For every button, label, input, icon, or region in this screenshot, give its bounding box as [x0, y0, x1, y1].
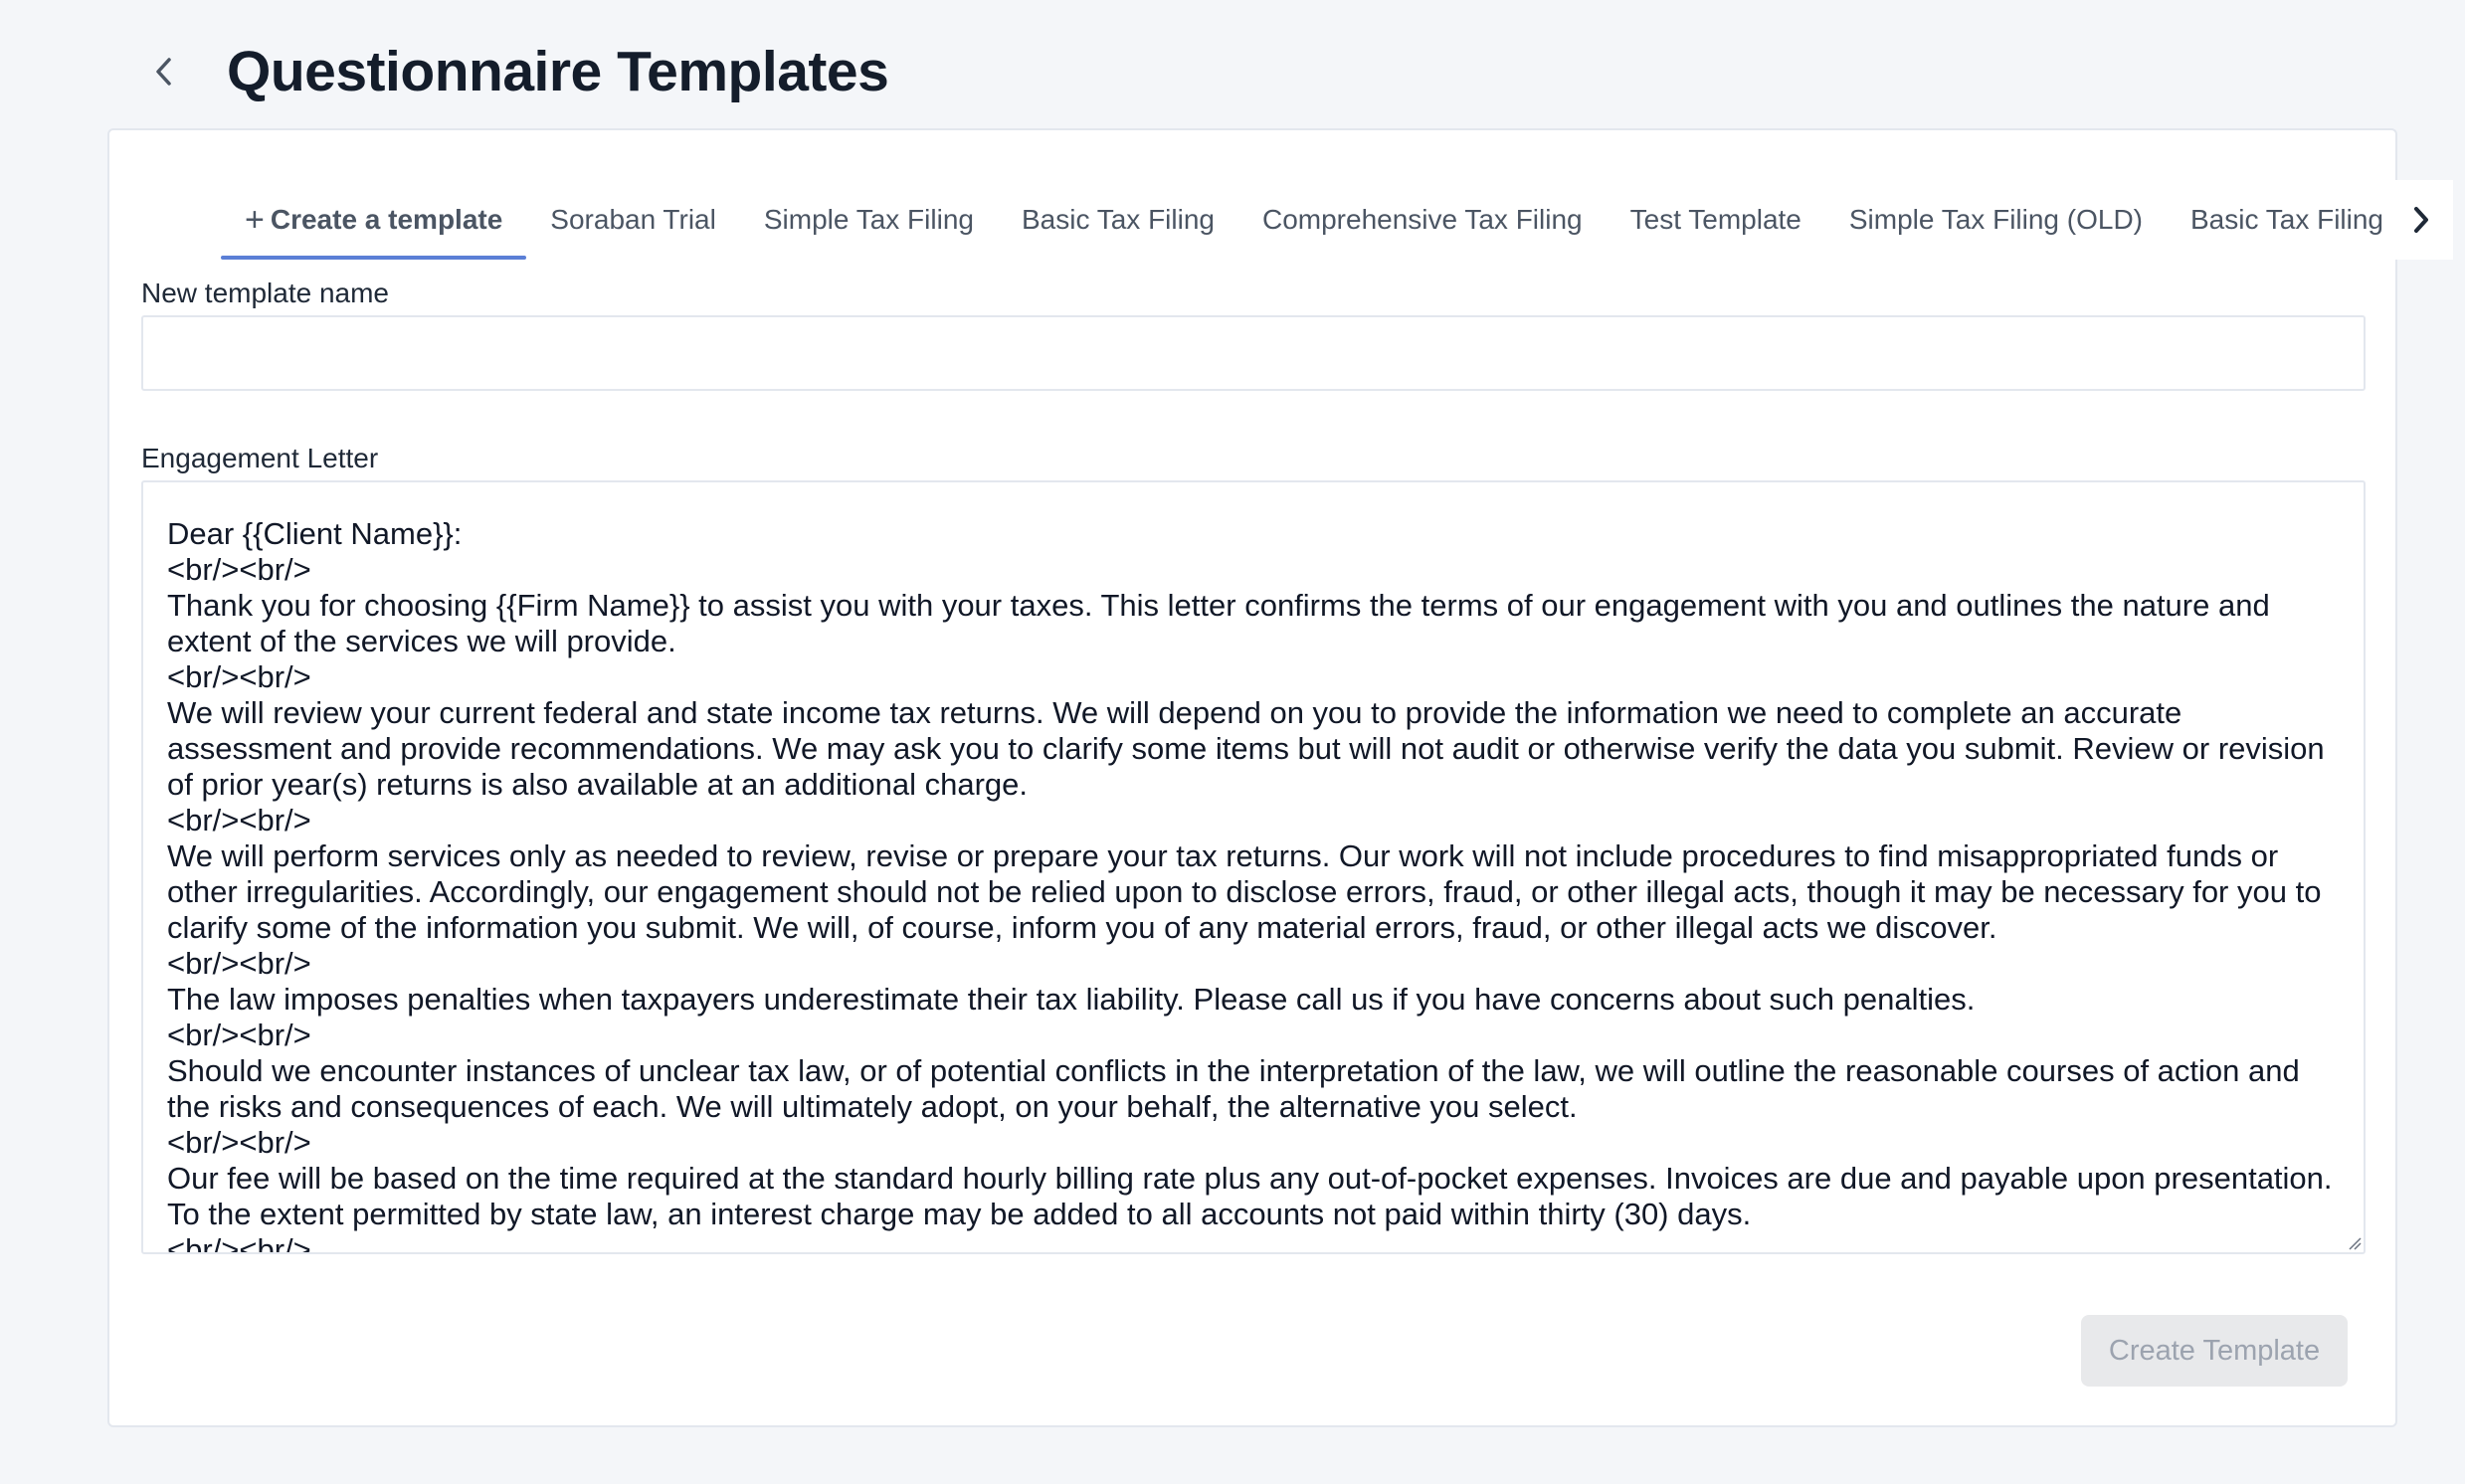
- tab-label: Simple Tax Filing: [763, 204, 974, 235]
- plus-icon: +: [245, 200, 265, 239]
- letter-line: <br/><br/>: [167, 803, 311, 837]
- tab-simple-tax-filing[interactable]: Simple Tax Filing: [740, 180, 998, 260]
- tab-label: Simple Tax Filing (OLD): [1848, 204, 2143, 235]
- letter-line: Dear {{Client Name}}:: [167, 516, 463, 551]
- tab-basic-tax-filing[interactable]: Basic Tax Filing: [998, 180, 1238, 260]
- tab-label: Test Template: [1629, 204, 1801, 235]
- tab-basic-tax-filing-2[interactable]: Basic Tax Filing: [2167, 180, 2407, 260]
- tab-label: Create a template: [270, 204, 503, 235]
- letter-line: <br/><br/>: [167, 1125, 311, 1160]
- letter-line: <br/><br/>: [167, 1232, 311, 1254]
- letter-line: Thank you for choosing {{Firm Name}} to …: [167, 588, 2270, 658]
- letter-line: <br/><br/>: [167, 946, 311, 981]
- tab-label: Soraban Trial: [550, 204, 716, 235]
- letter-line: <br/><br/>: [167, 1018, 311, 1052]
- page-title: Questionnaire Templates: [227, 40, 889, 103]
- letter-line: The law imposes penalties when taxpayers…: [167, 982, 1976, 1017]
- tabs-scroll-right-button[interactable]: [2389, 180, 2453, 260]
- back-button[interactable]: [139, 48, 187, 95]
- tab-test-template[interactable]: Test Template: [1607, 180, 1825, 260]
- engagement-letter-textarea[interactable]: Dear {{Client Name}}: <br/><br/> Thank y…: [141, 480, 2366, 1254]
- template-name-label: New template name: [141, 278, 390, 308]
- resize-handle-icon[interactable]: [2346, 1234, 2362, 1250]
- letter-line: Should we encounter instances of unclear…: [167, 1053, 2300, 1124]
- chevron-right-icon: [2414, 207, 2428, 233]
- letter-line: We will review your current federal and …: [167, 695, 2325, 802]
- template-tabs: + Create a template Soraban Trial Simple…: [221, 180, 2453, 260]
- tab-label: Comprehensive Tax Filing: [1261, 204, 1583, 235]
- tab-comprehensive-tax-filing[interactable]: Comprehensive Tax Filing: [1238, 180, 1607, 260]
- letter-line: Our fee will be based on the time requir…: [167, 1161, 2333, 1231]
- letter-line: <br/><br/>: [167, 552, 311, 587]
- create-template-button[interactable]: Create Template: [2081, 1315, 2348, 1387]
- template-name-input[interactable]: [141, 315, 2366, 391]
- tab-label: Basic Tax Filing: [2190, 204, 2384, 235]
- tab-label: Basic Tax Filing: [1021, 204, 1215, 235]
- letter-line: We will perform services only as needed …: [167, 838, 2322, 945]
- template-card: + Create a template Soraban Trial Simple…: [107, 128, 2453, 1427]
- chevron-left-icon: [156, 58, 171, 86]
- letter-line: <br/><br/>: [167, 659, 311, 694]
- tab-simple-tax-filing-old[interactable]: Simple Tax Filing (OLD): [1825, 180, 2167, 260]
- engagement-letter-label: Engagement Letter: [141, 443, 379, 473]
- tab-soraban-trial[interactable]: Soraban Trial: [526, 180, 740, 260]
- tab-create-template[interactable]: + Create a template: [221, 180, 527, 260]
- page-header: Questionnaire Templates: [139, 30, 889, 113]
